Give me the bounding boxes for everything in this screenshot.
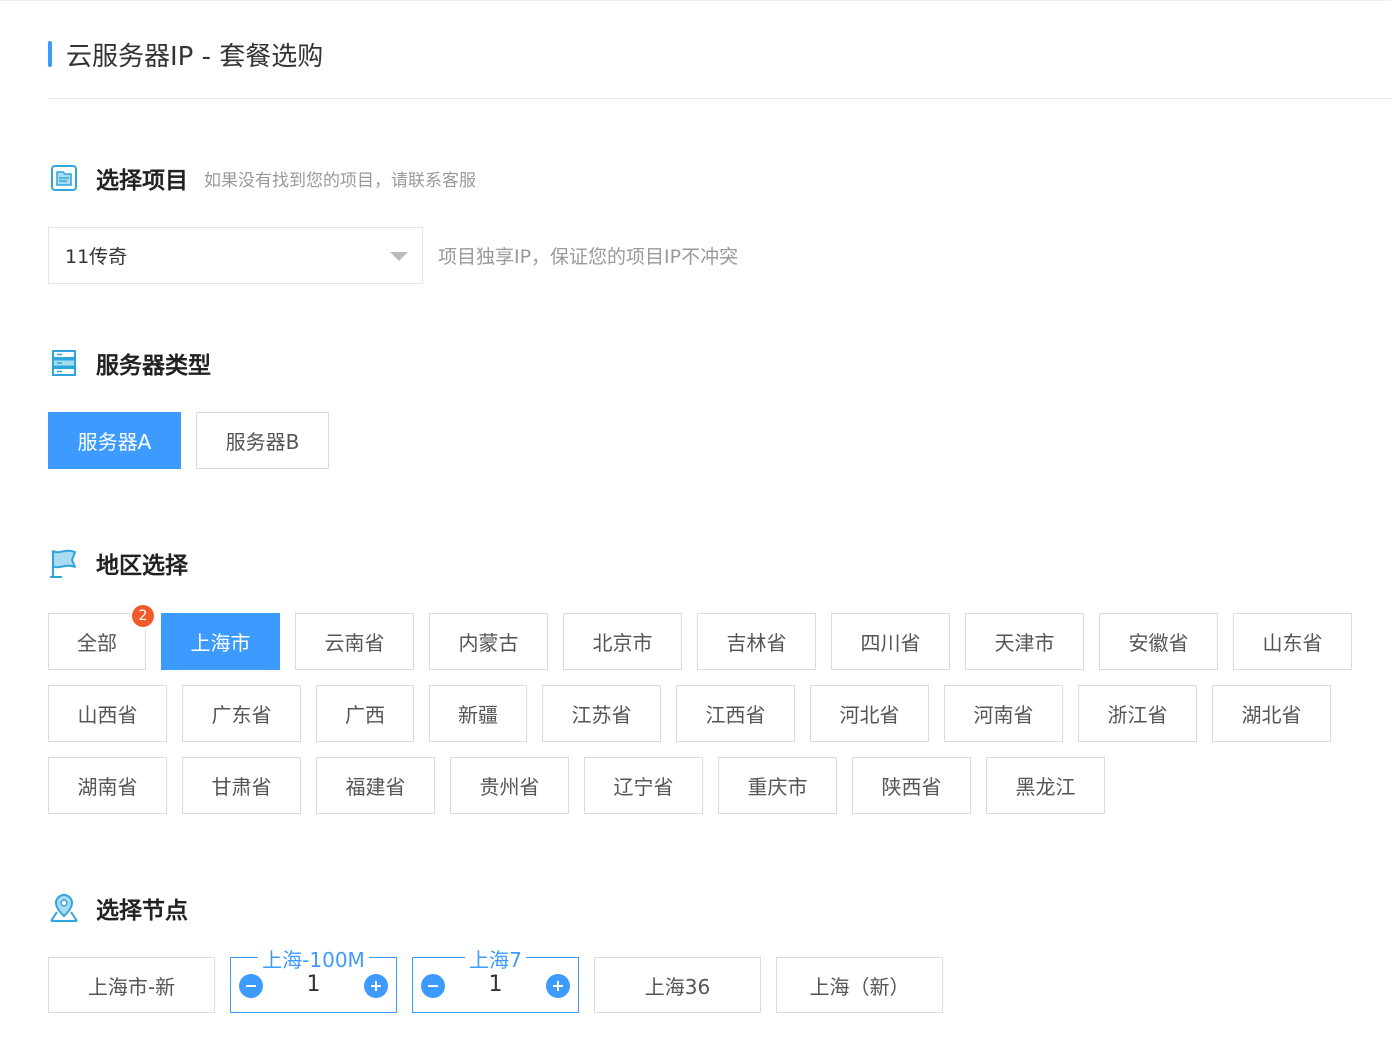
node-shanghai-xin-button[interactable]: 上海（新） (776, 957, 943, 1013)
region-sichuan-button[interactable]: 四川省 (831, 613, 950, 670)
region-shandong-button[interactable]: 山东省 (1233, 613, 1352, 670)
package-purchase-page: 云服务器IP - 套餐选购 选择项目 如果没有找到您的项目，请联系客服 11传奇… (0, 0, 1391, 1059)
section-region: 地区选择 (48, 546, 188, 580)
server-type-a-button[interactable]: 服务器A (48, 412, 181, 469)
header-accent-bar (48, 41, 52, 67)
section-nodes: 选择节点 (48, 891, 188, 925)
region-anhui-button[interactable]: 安徽省 (1099, 613, 1218, 670)
region-neimenggu-button[interactable]: 内蒙古 (429, 613, 548, 670)
section-server-type: 服务器类型 (48, 346, 211, 380)
section-title: 选择项目 (96, 168, 188, 194)
region-guangdong-button[interactable]: 广东省 (182, 685, 301, 742)
region-jiangxi-button[interactable]: 江西省 (676, 685, 795, 742)
node-shanghai36-button[interactable]: 上海36 (594, 957, 761, 1013)
region-fujian-button[interactable]: 福建省 (316, 757, 435, 814)
server-icon (48, 347, 80, 379)
project-select-value: 11传奇 (65, 246, 128, 268)
region-hubei-button[interactable]: 湖北省 (1212, 685, 1331, 742)
section-title: 选择节点 (96, 898, 188, 924)
node-shanghai-new-button[interactable]: 上海市-新 (48, 957, 215, 1013)
region-hebei-button[interactable]: 河北省 (810, 685, 929, 742)
region-xinjiang-button[interactable]: 新疆 (429, 685, 527, 742)
plus-icon[interactable] (364, 974, 388, 998)
minus-icon[interactable] (239, 974, 263, 998)
node-label: 上海7 (465, 948, 526, 972)
location-pin-icon (48, 892, 80, 924)
region-jilin-button[interactable]: 吉林省 (697, 613, 816, 670)
region-heilongjiang-button[interactable]: 黑龙江 (986, 757, 1105, 814)
section-hint: 如果没有找到您的项目，请联系客服 (204, 170, 476, 191)
section-title: 地区选择 (96, 553, 188, 579)
region-chongqing-button[interactable]: 重庆市 (718, 757, 837, 814)
quantity-value[interactable]: 1 (271, 972, 356, 997)
server-type-b-button[interactable]: 服务器B (196, 412, 329, 469)
region-hunan-button[interactable]: 湖南省 (48, 757, 167, 814)
region-henan-button[interactable]: 河南省 (944, 685, 1063, 742)
project-select[interactable]: 11传奇 (48, 227, 423, 284)
page-title: 云服务器IP - 套餐选购 (66, 41, 324, 72)
flag-icon (48, 547, 80, 579)
region-count-badge: 2 (130, 603, 156, 629)
region-guizhou-button[interactable]: 贵州省 (450, 757, 569, 814)
section-title: 服务器类型 (96, 353, 211, 379)
node-shanghai7[interactable]: 上海7 1 (412, 948, 579, 1013)
region-jiangsu-button[interactable]: 江苏省 (542, 685, 661, 742)
top-border (0, 0, 1391, 1)
region-shanxi-button[interactable]: 山西省 (48, 685, 167, 742)
region-shanghai-button[interactable]: 上海市 (161, 613, 280, 670)
minus-icon[interactable] (421, 974, 445, 998)
page-header: 云服务器IP - 套餐选购 (48, 36, 323, 72)
region-gansu-button[interactable]: 甘肃省 (182, 757, 301, 814)
folder-icon (48, 162, 80, 194)
chevron-down-icon (390, 252, 408, 261)
plus-icon[interactable] (546, 974, 570, 998)
project-note: 项目独享IP，保证您的项目IP不冲突 (438, 246, 739, 268)
quantity-value[interactable]: 1 (453, 972, 538, 997)
region-guangxi-button[interactable]: 广西 (316, 685, 414, 742)
region-tianjin-button[interactable]: 天津市 (965, 613, 1084, 670)
region-shaanxi-button[interactable]: 陕西省 (852, 757, 971, 814)
header-divider (48, 98, 1391, 99)
node-label: 上海-100M (258, 948, 369, 972)
node-shanghai-100m[interactable]: 上海-100M 1 (230, 948, 397, 1013)
section-select-project: 选择项目 如果没有找到您的项目，请联系客服 (48, 161, 476, 195)
region-yunnan-button[interactable]: 云南省 (295, 613, 414, 670)
region-beijing-button[interactable]: 北京市 (563, 613, 682, 670)
region-zhejiang-button[interactable]: 浙江省 (1078, 685, 1197, 742)
region-liaoning-button[interactable]: 辽宁省 (584, 757, 703, 814)
